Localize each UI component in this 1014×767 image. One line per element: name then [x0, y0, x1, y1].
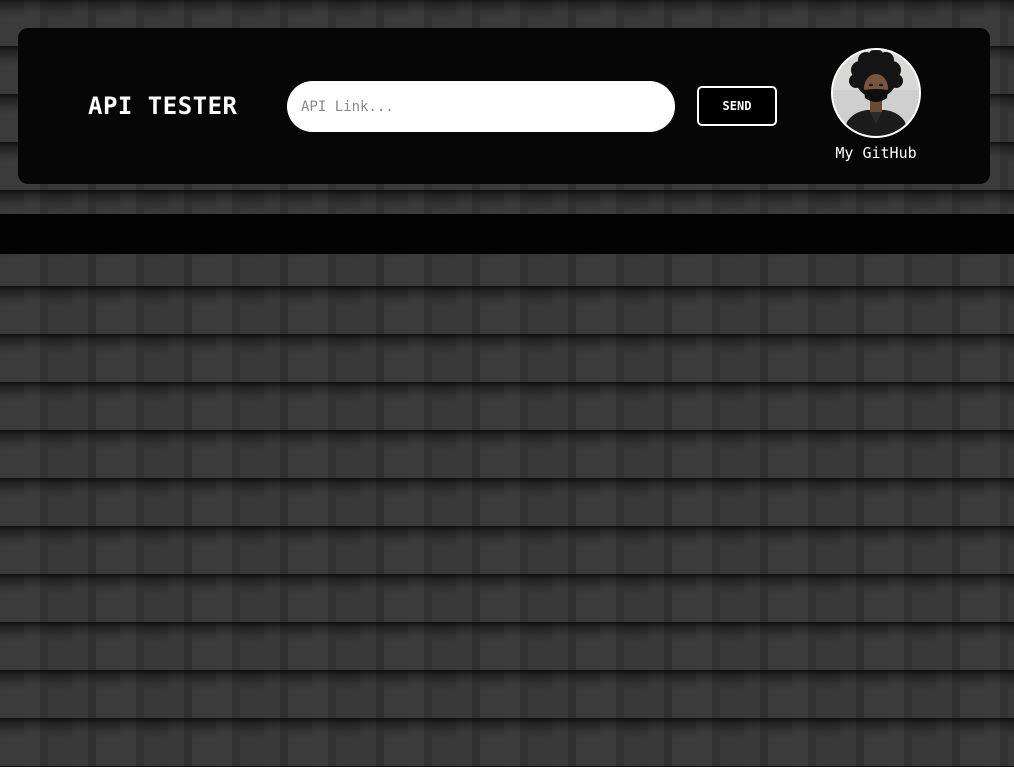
response-area	[0, 214, 1014, 254]
app-title: API TESTER	[88, 92, 238, 120]
send-button[interactable]: SEND	[697, 86, 777, 126]
github-label: My GitHub	[835, 144, 917, 162]
api-link-input[interactable]	[287, 81, 675, 132]
avatar[interactable]	[831, 48, 921, 138]
avatar-image-icon	[833, 50, 919, 136]
github-link[interactable]: My GitHub	[826, 48, 926, 166]
